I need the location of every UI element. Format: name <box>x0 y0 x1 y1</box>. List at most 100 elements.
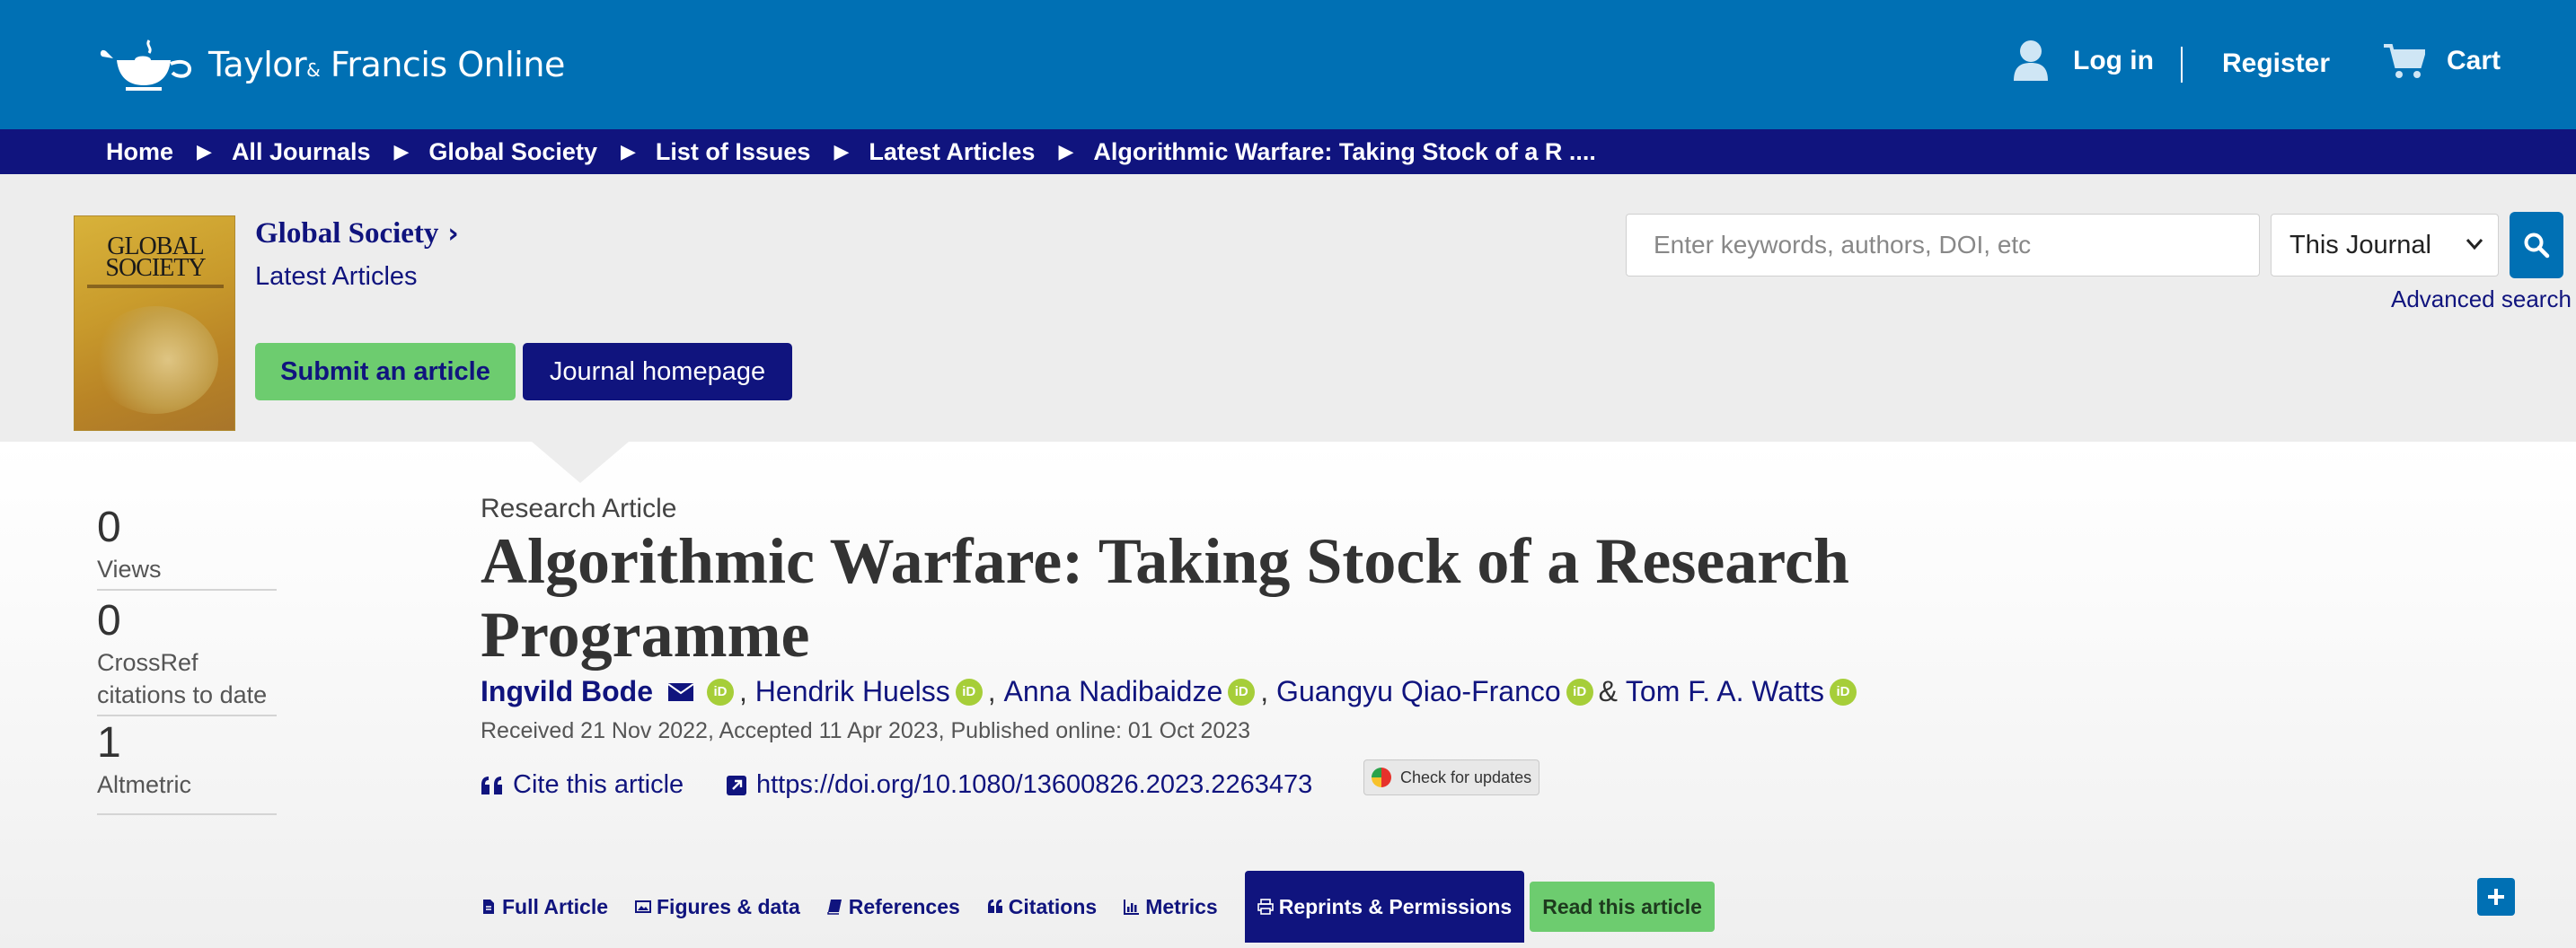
metric-value: 1 <box>97 719 121 767</box>
author-link[interactable]: Ingvild Bode <box>481 675 653 708</box>
breadcrumb-all-journals[interactable]: All Journals <box>232 138 371 166</box>
author-link[interactable]: Anna Nadibaidze <box>1004 675 1223 708</box>
breadcrumb-arrow-icon: ▶ <box>197 140 212 162</box>
search-icon <box>2524 233 2550 259</box>
breadcrumb: Home ▶ All Journals ▶ Global Society ▶ L… <box>0 129 2576 174</box>
site-logo[interactable]: Taylor& Francis Online <box>99 36 565 93</box>
publication-dates: Received 21 Nov 2022, Accepted 11 Apr 20… <box>481 718 1251 743</box>
print-icon <box>1257 899 1274 915</box>
breadcrumb-arrow-icon: ▶ <box>393 140 410 162</box>
tab-label: Read this article <box>1542 894 1702 918</box>
breadcrumb-arrow-icon: ▶ <box>620 140 636 162</box>
metric-crossref[interactable]: 0 CrossRef citations to date <box>97 596 277 716</box>
cart-link[interactable]: Cart <box>2384 43 2501 79</box>
author-separator: , <box>987 675 996 707</box>
metric-divider <box>97 813 277 815</box>
logo-text: Taylor& Francis Online <box>208 45 565 84</box>
cart-icon <box>2384 44 2425 78</box>
breadcrumb-current: Algorithmic Warfare: Taking Stock of a R… <box>1093 137 1596 165</box>
chevron-down-icon <box>2466 239 2483 250</box>
expand-button[interactable] <box>2477 878 2515 916</box>
tab-figures-data[interactable]: Figures & data <box>635 871 800 943</box>
metric-divider <box>97 715 277 716</box>
tab-full-article[interactable]: Full Article <box>481 871 608 943</box>
journal-subtitle: Latest Articles <box>255 262 418 291</box>
orcid-icon[interactable]: iD <box>1829 678 1857 706</box>
search-input[interactable] <box>1626 214 2260 276</box>
author-link[interactable]: Guangyu Qiao-Franco <box>1276 675 1561 708</box>
journal-homepage-button[interactable]: Journal homepage <box>523 343 792 400</box>
breadcrumb-list-of-issues[interactable]: List of Issues <box>656 138 811 166</box>
check-for-updates-button[interactable]: Check for updates <box>1363 759 1539 795</box>
external-link-icon <box>727 775 746 795</box>
author-link[interactable]: Hendrik Huelss <box>755 675 950 708</box>
breadcrumb-arrow-icon: ▶ <box>834 140 850 162</box>
search-scope-select[interactable]: This Journal <box>2271 214 2499 276</box>
article-type: Research Article <box>481 494 677 523</box>
metric-divider <box>97 589 277 591</box>
journal-title: Global Society <box>255 217 439 250</box>
tab-metrics[interactable]: Metrics <box>1124 871 1218 943</box>
doi-link[interactable]: https://doi.org/10.1080/13600826.2023.22… <box>726 770 1312 800</box>
author-list: Ingvild Bode iD, Hendrik Huelss iD, Anna… <box>481 675 1862 708</box>
breadcrumb-arrow-icon: ▶ <box>1058 140 1074 162</box>
chevron-right-icon: › <box>447 218 459 250</box>
metric-views: 0 Views <box>97 503 277 591</box>
metric-value: 0 <box>97 597 121 645</box>
tab-label: References <box>848 894 960 918</box>
tab-label: Citations <box>1008 894 1098 918</box>
tab-label: Metrics <box>1145 894 1218 918</box>
register-link[interactable]: Register <box>2222 48 2330 79</box>
breadcrumb-home[interactable]: Home <box>106 138 173 166</box>
breadcrumb-latest-articles[interactable]: Latest Articles <box>869 138 1035 166</box>
orcid-icon[interactable]: iD <box>955 678 983 706</box>
metric-altmetric[interactable]: 1 Altmetric <box>97 718 277 815</box>
image-icon <box>635 900 651 913</box>
journal-cover-image[interactable]: GLOBAL SOCIETY <box>74 215 235 431</box>
book-icon <box>827 900 842 915</box>
cover-subtitle-bar <box>87 285 224 288</box>
author-separator: , <box>739 675 747 707</box>
breadcrumb-global-society[interactable]: Global Society <box>428 138 597 166</box>
tab-label: Full Article <box>502 894 608 918</box>
user-icon <box>2014 40 2048 81</box>
tab-label: Figures & data <box>657 894 800 918</box>
plus-icon <box>2488 889 2504 905</box>
tab-references[interactable]: References <box>827 871 960 943</box>
article-title: Algorithmic Warfare: Taking Stock of a R… <box>481 525 1849 671</box>
read-this-article-button[interactable]: Read this article <box>1530 882 1715 932</box>
orcid-icon[interactable]: iD <box>1228 678 1256 706</box>
cite-label: Cite this article <box>513 770 684 799</box>
journal-title-link[interactable]: Global Society › <box>255 217 459 250</box>
search-scope-value: This Journal <box>2289 230 2431 259</box>
cover-title: GLOBAL SOCIETY <box>105 233 206 282</box>
article-tabs: Full Article Figures & data References C… <box>481 871 1715 943</box>
tab-reprints-permissions[interactable]: Reprints & Permissions <box>1244 871 1525 943</box>
crossmark-icon <box>1372 768 1391 787</box>
metric-label: Altmetric <box>97 771 192 798</box>
author-link[interactable]: Tom F. A. Watts <box>1626 675 1824 708</box>
envelope-icon[interactable] <box>667 682 694 702</box>
journal-banner: GLOBAL SOCIETY Global Society › Latest A… <box>0 174 2576 442</box>
doi-text: https://doi.org/10.1080/13600826.2023.22… <box>756 770 1313 799</box>
updates-label: Check for updates <box>1400 768 1532 786</box>
tab-citations[interactable]: Citations <box>987 871 1097 943</box>
site-header: Taylor& Francis Online Log in Register C… <box>0 0 2576 129</box>
teapot-lamp-icon <box>100 40 191 91</box>
metric-label: Views <box>97 556 162 583</box>
file-icon <box>483 900 494 914</box>
search-button[interactable] <box>2510 212 2563 278</box>
author-separator: , <box>1260 675 1269 707</box>
advanced-search-link[interactable]: Advanced search <box>2391 285 2572 313</box>
metric-label: CrossRef citations to date <box>97 649 268 708</box>
submit-article-button[interactable]: Submit an article <box>255 343 516 400</box>
quote-icon <box>987 900 1002 913</box>
login-link[interactable]: Log in <box>2012 40 2154 83</box>
login-label: Log in <box>2073 46 2154 75</box>
cite-article-link[interactable]: Cite this article <box>481 770 684 800</box>
orcid-icon[interactable]: iD <box>707 678 734 706</box>
cover-artwork <box>93 306 218 414</box>
header-divider <box>2181 47 2183 83</box>
banner-notch <box>532 442 629 483</box>
orcid-icon[interactable]: iD <box>1566 678 1593 706</box>
